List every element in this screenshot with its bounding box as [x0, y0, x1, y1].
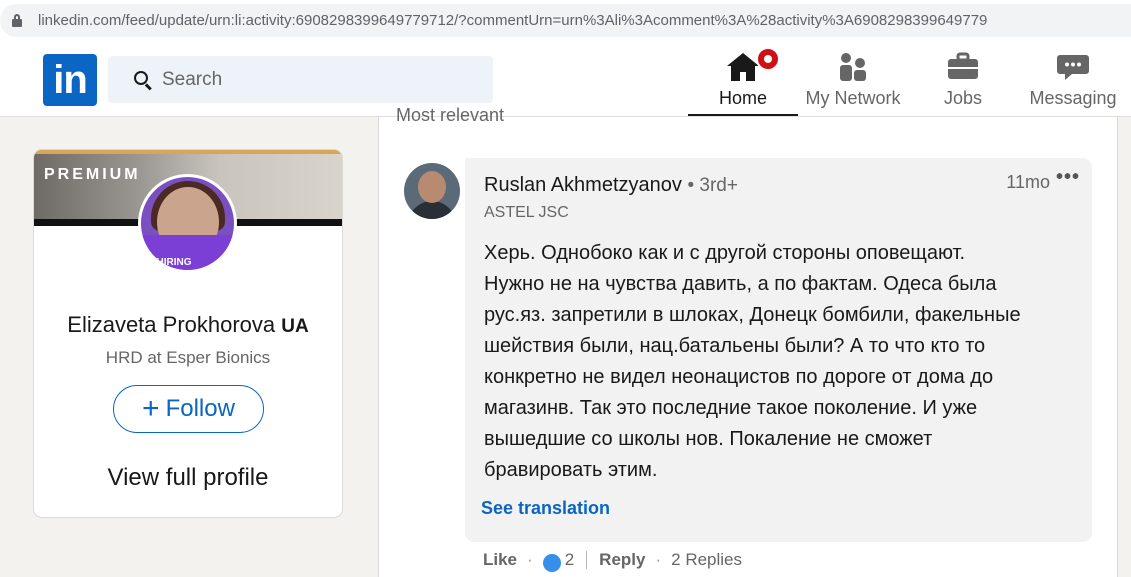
nav-label-home: Home — [718, 88, 767, 108]
chat-icon — [1057, 55, 1089, 80]
search-icon — [134, 70, 152, 90]
connection-degree: • 3rd+ — [687, 175, 738, 196]
profile-name[interactable]: Elizaveta Prokhorova UA — [34, 312, 342, 338]
nav-item-messaging[interactable]: Messaging — [1018, 41, 1128, 116]
comment-line: конкретно не видел неонацистов по дороге… — [484, 366, 994, 388]
divider — [586, 551, 588, 569]
comment-line: вышедшие со школы нов. Покаление не смож… — [484, 428, 933, 450]
browser-address-bar: linkedin.com/feed/update/urn:li:activity… — [0, 0, 1131, 41]
comment-bubble: Ruslan Akhmetzyanov • 3rd+ ASTEL JSC 11m… — [465, 158, 1092, 542]
view-full-profile-link[interactable]: View full profile — [34, 464, 342, 492]
url-text[interactable]: linkedin.com/feed/update/urn:li:activity… — [38, 12, 987, 29]
nav-label-jobs: Jobs — [943, 88, 983, 108]
more-options-icon[interactable]: ••• — [1056, 166, 1080, 189]
plus-icon: + — [142, 392, 160, 425]
comment-line: бравировать этим. — [484, 459, 658, 481]
comment-timestamp: 11mo — [1006, 172, 1050, 192]
reply-button[interactable]: Reply — [599, 550, 645, 570]
avatar[interactable]: #HIRING — [138, 174, 237, 273]
comments-panel: Most relevant Ruslan Akhmetzyanov • 3rd+… — [378, 105, 1118, 577]
author-company: ASTEL JSC — [484, 204, 569, 221]
reaction-count[interactable]: 2 — [565, 550, 574, 570]
comment-text: Херь. Однобоко как и с другой стороны оп… — [484, 238, 1074, 486]
follow-label: Follow — [165, 395, 235, 422]
nav-label-messaging: Messaging — [1029, 88, 1117, 108]
follow-button[interactable]: + Follow — [113, 385, 264, 433]
linkedin-logo[interactable]: in — [43, 54, 97, 106]
nav-item-jobs[interactable]: Jobs — [908, 41, 1018, 116]
profile-headline: HRD at Esper Bionics — [105, 348, 271, 367]
top-navigation: in Home My Network Jobs — [0, 41, 1131, 117]
like-button[interactable]: Like — [483, 550, 517, 570]
author-name[interactable]: Ruslan Akhmetzyanov — [484, 174, 682, 196]
nav-item-my-network[interactable]: My Network — [798, 41, 908, 116]
sort-label[interactable]: Most relevant — [396, 105, 504, 126]
search-box[interactable] — [108, 56, 493, 103]
comment-line: Херь. Однобоко как и с другой стороны оп… — [484, 242, 966, 264]
network-icon — [840, 53, 866, 81]
comment-line: рус.яз. запретили в шлоках, Донецк бомби… — [484, 304, 1021, 326]
lock-icon[interactable] — [12, 14, 22, 27]
country-flag: UA — [281, 316, 309, 337]
premium-label: PREMIUM — [44, 166, 141, 183]
replies-count-link[interactable]: 2 Replies — [671, 550, 742, 570]
profile-card: PREMIUM #HIRING Elizaveta Prokhorova UA … — [33, 149, 343, 518]
search-input[interactable] — [162, 68, 462, 91]
comment-actions: Like · 2 Reply · 2 Replies — [483, 550, 742, 572]
comment-line: шействия были, нац.батальены были? А то … — [484, 335, 986, 357]
hiring-tag: #HIRING — [151, 257, 192, 268]
comment-line: магазинв. Так это последние такое поколе… — [484, 397, 978, 419]
nav-label-my-network: My Network — [805, 88, 901, 108]
briefcase-icon — [948, 52, 978, 79]
url-field[interactable]: linkedin.com/feed/update/urn:li:activity… — [0, 4, 1131, 37]
like-reaction-icon[interactable] — [542, 554, 561, 572]
see-translation-link[interactable]: See translation — [481, 498, 610, 519]
profile-name-text: Elizaveta Prokhorova — [67, 312, 276, 337]
commenter-avatar[interactable] — [404, 163, 460, 219]
notification-badge — [756, 47, 780, 71]
comment-author[interactable]: Ruslan Akhmetzyanov • 3rd+ — [484, 174, 738, 197]
separator-dot: · — [655, 550, 662, 569]
nav-item-home[interactable]: Home — [688, 41, 798, 116]
comment-line: Нужно не на чувства давить, а по фактам.… — [484, 273, 997, 295]
separator-dot: · — [527, 550, 533, 569]
